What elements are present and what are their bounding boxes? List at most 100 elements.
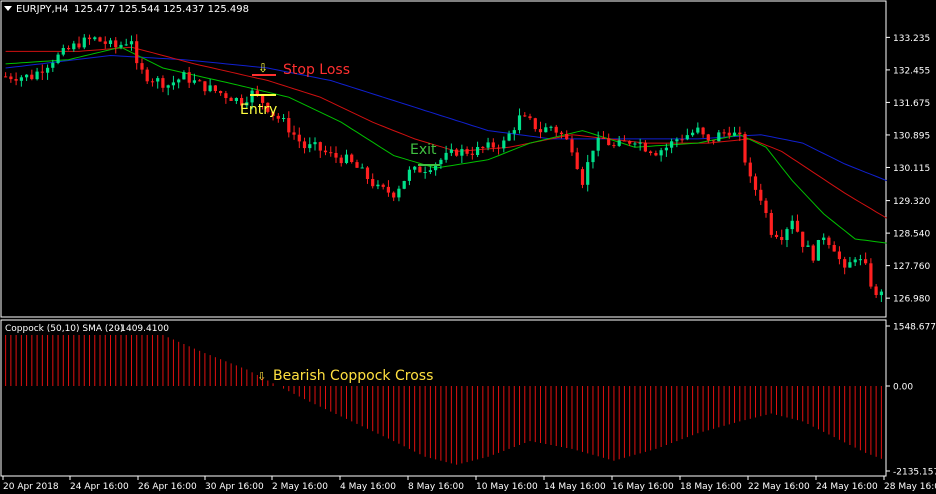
candle-body — [365, 167, 370, 179]
bearish-cross-label: Bearish Coppock Cross — [273, 368, 433, 384]
candle-body — [738, 132, 742, 134]
candle-body — [874, 286, 878, 295]
candle-body — [108, 40, 113, 44]
candle-body — [649, 151, 653, 153]
candle-body — [523, 115, 527, 117]
candle-body — [612, 145, 616, 147]
candle-body — [192, 80, 196, 83]
candle-body — [832, 245, 836, 252]
price-tick-label: 128.540 — [893, 230, 930, 240]
candle-body — [801, 231, 805, 247]
candle-body — [512, 130, 516, 134]
candle-body — [229, 97, 233, 101]
candle-body — [486, 142, 490, 148]
entry-label: Entry — [240, 102, 277, 118]
candle-body — [156, 78, 160, 82]
candle-body — [706, 134, 710, 141]
stop-loss-label: Stop Loss — [283, 62, 350, 78]
indicator-tick-label: 1548.677 — [893, 323, 936, 333]
candle-body — [161, 78, 165, 88]
candle-body — [19, 77, 23, 81]
symbol-label: EURJPY,H4 — [16, 4, 69, 15]
candle-body — [806, 245, 810, 247]
time-tick-label: 14 May 16:00 — [544, 482, 606, 492]
candle-body — [187, 72, 191, 83]
candle-body — [680, 139, 684, 141]
candle-body — [811, 245, 815, 261]
candle-body — [465, 149, 469, 154]
candle-body — [9, 76, 13, 80]
candle-body — [455, 149, 459, 156]
ohlc-label: 125.477 125.544 125.437 125.498 — [74, 4, 249, 15]
candle-body — [135, 41, 139, 64]
candle-body — [140, 63, 144, 70]
candle-body — [177, 79, 181, 83]
candle-body — [580, 169, 585, 185]
candle-body — [124, 44, 128, 46]
candle-body — [302, 141, 307, 149]
time-tick-label: 30 Apr 16:00 — [205, 482, 264, 492]
time-tick-label: 16 May 16:00 — [612, 482, 674, 492]
candle-body — [67, 48, 71, 50]
candle-body — [654, 153, 658, 156]
candle-body — [413, 166, 417, 170]
candle-body — [748, 162, 752, 177]
candle-body — [350, 154, 354, 162]
candle-body — [360, 167, 364, 169]
price-tick-label: 133.235 — [893, 34, 930, 44]
indicator-tick-label: 0.00 — [893, 383, 913, 393]
candle-body — [848, 262, 852, 268]
candle-body — [722, 132, 726, 134]
candle-body — [675, 139, 679, 142]
candle-body — [98, 37, 102, 42]
candle-body — [56, 54, 60, 63]
candle-body — [712, 140, 716, 142]
candle-body — [250, 90, 254, 103]
candle-body — [864, 259, 868, 264]
candle-body — [323, 150, 328, 153]
candle-body — [717, 132, 721, 142]
candle-body — [308, 144, 312, 149]
candle-body — [82, 37, 86, 48]
candle-body — [25, 74, 29, 78]
candle-body — [853, 259, 857, 263]
candle-body — [381, 184, 385, 187]
candle-body — [670, 141, 674, 148]
candle-body — [87, 37, 92, 40]
candle-body — [376, 184, 380, 187]
candle-body — [386, 186, 390, 193]
candle-body — [14, 79, 18, 81]
exit-label: Exit — [410, 142, 437, 158]
candle-body — [334, 153, 338, 158]
candle-body — [35, 71, 39, 80]
candle-body — [732, 132, 737, 136]
candle-body — [785, 229, 789, 240]
candle-body — [418, 166, 422, 173]
candle-body — [51, 62, 55, 68]
time-tick-label: 2 May 16:00 — [272, 482, 328, 492]
candle-body — [129, 41, 134, 45]
price-tick-label: 126.980 — [893, 295, 930, 305]
candle-body — [397, 188, 401, 198]
candle-body — [774, 234, 779, 237]
candle-body — [313, 142, 317, 145]
candle-body — [633, 143, 637, 145]
candle-body — [549, 126, 553, 128]
candle-body — [213, 85, 217, 91]
candle-body — [858, 259, 862, 261]
candle-body — [517, 115, 522, 131]
chart-canvas[interactable]: EURJPY,H4 125.477 125.544 125.437 125.49… — [0, 0, 936, 494]
candle-body — [282, 118, 286, 119]
price-header: EURJPY,H4 125.477 125.544 125.437 125.49… — [4, 4, 249, 15]
candle-body — [795, 220, 800, 232]
candle-body — [780, 237, 784, 240]
candle-body — [528, 116, 532, 119]
candle-body — [591, 150, 595, 163]
candle-body — [297, 134, 301, 142]
candle-body — [544, 127, 548, 133]
candle-body — [150, 81, 155, 83]
candle-body — [114, 40, 118, 48]
candle-body — [208, 85, 212, 92]
candle-body — [203, 81, 207, 92]
candle-body — [790, 220, 794, 230]
